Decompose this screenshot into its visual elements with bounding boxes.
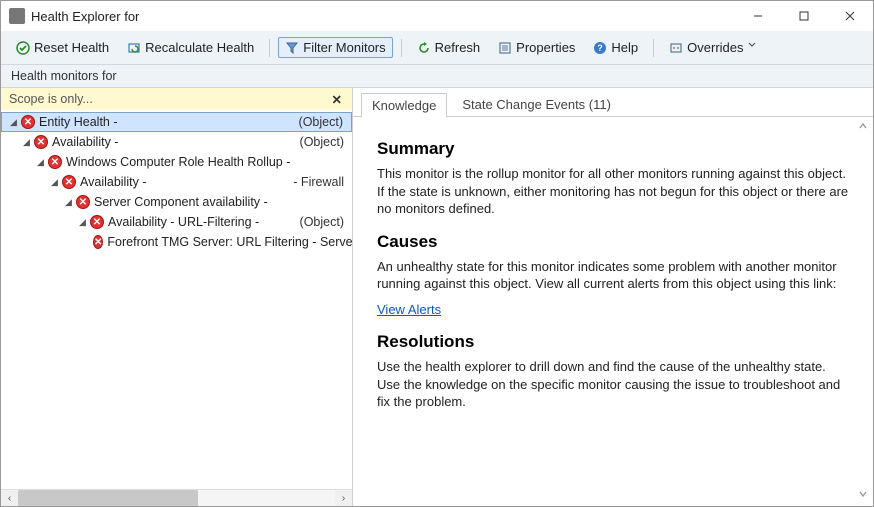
tree-expand-icon[interactable]: ◢ (77, 217, 88, 228)
tree-node-label: Availability - URL-Filtering - (108, 215, 259, 229)
tree-node[interactable]: ◢✕ Windows Computer Role Health Rollup - (1, 152, 352, 172)
tree-node-label: Windows Computer Role Health Rollup - (66, 155, 290, 169)
tree-node[interactable]: ◢✕ Availability - (Object) (1, 132, 352, 152)
tree-expand-icon[interactable]: ◢ (21, 137, 32, 148)
reset-health-button[interactable]: Reset Health (9, 37, 116, 58)
status-critical-icon: ✕ (93, 235, 103, 249)
window-title: Health Explorer for (31, 9, 735, 24)
tab-state-change[interactable]: State Change Events (11) (451, 92, 622, 117)
details-panel: Knowledge State Change Events (11) Summa… (353, 88, 873, 506)
tree-node-label: Server Component availability - (94, 195, 268, 209)
refresh-button[interactable]: Refresh (410, 37, 488, 58)
tree-node-label: Availability - (80, 175, 146, 189)
status-critical-icon: ✕ (76, 195, 90, 209)
close-icon[interactable]: ✕ (332, 92, 342, 107)
tree-node-label: Entity Health - (39, 115, 118, 129)
recalculate-health-button[interactable]: Recalculate Health (120, 37, 261, 58)
overrides-button[interactable]: Overrides (662, 37, 762, 58)
monitor-tree[interactable]: ◢✕Entity Health -(Object)◢✕Availability … (1, 110, 352, 489)
scroll-right-button[interactable]: › (335, 490, 352, 507)
view-alerts-link[interactable]: View Alerts (377, 302, 441, 317)
knowledge-content: Summary This monitor is the rollup monit… (353, 116, 873, 506)
status-critical-icon: ✕ (34, 135, 48, 149)
check-icon (16, 41, 30, 55)
refresh-label: Refresh (435, 40, 481, 55)
tree-node-class: (Object) (300, 215, 352, 229)
tree-node[interactable]: ✕ Forefront TMG Server: URL Filtering - S… (1, 232, 352, 252)
tree-node[interactable]: ◢✕ Server Component availability - (1, 192, 352, 212)
app-icon (9, 8, 25, 24)
status-critical-icon: ✕ (48, 155, 62, 169)
tree-expand-icon[interactable]: ◢ (49, 177, 60, 188)
recalc-icon (127, 41, 141, 55)
resolutions-text: Use the health explorer to drill down an… (377, 358, 849, 411)
title-bar: Health Explorer for (1, 1, 873, 31)
scroll-thumb[interactable] (18, 490, 198, 507)
svg-text:?: ? (598, 43, 604, 53)
separator (653, 39, 654, 57)
tree-expand-icon[interactable]: ◢ (8, 117, 19, 128)
tree-node[interactable]: ◢✕ Availability - URL-Filtering - (Object) (1, 212, 352, 232)
tree-expand-icon[interactable]: ◢ (35, 157, 46, 168)
summary-text: This monitor is the rollup monitor for a… (377, 165, 849, 218)
tree-node-class: (Object) (300, 135, 352, 149)
tree-node-class: - Firewall (293, 175, 352, 189)
tree-expand-icon[interactable]: ◢ (63, 197, 74, 208)
scope-text: Scope is only... (9, 92, 93, 106)
properties-icon (498, 41, 512, 55)
overrides-icon (669, 41, 683, 55)
properties-label: Properties (516, 40, 575, 55)
recalc-label: Recalculate Health (145, 40, 254, 55)
status-critical-icon: ✕ (90, 215, 104, 229)
tree-node-label: Availability - (52, 135, 118, 149)
help-button[interactable]: ? Help (586, 37, 645, 58)
tree-node[interactable]: ◢✕ Availability - - Firewall (1, 172, 352, 192)
scroll-down-button[interactable] (855, 486, 871, 502)
causes-text: An unhealthy state for this monitor indi… (377, 258, 849, 293)
status-critical-icon: ✕ (62, 175, 76, 189)
h-scrollbar[interactable]: ‹ › (1, 489, 352, 506)
tree-node-class: (Object) (299, 115, 351, 129)
context-text: Health monitors for (11, 69, 117, 83)
scroll-up-button[interactable] (855, 118, 871, 134)
filter-label: Filter Monitors (303, 40, 385, 55)
tree-node[interactable]: ◢✕ Entity Health - (Object) (1, 112, 352, 132)
properties-button[interactable]: Properties (491, 37, 582, 58)
tab-strip: Knowledge State Change Events (11) (353, 88, 873, 117)
help-icon: ? (593, 41, 607, 55)
minimize-button[interactable] (735, 1, 781, 31)
maximize-button[interactable] (781, 1, 827, 31)
refresh-icon (417, 41, 431, 55)
close-button[interactable] (827, 1, 873, 31)
causes-heading: Causes (377, 232, 849, 252)
resolutions-heading: Resolutions (377, 332, 849, 352)
scroll-left-button[interactable]: ‹ (1, 490, 18, 507)
context-bar: Health monitors for (1, 65, 873, 88)
separator (401, 39, 402, 57)
filter-monitors-button[interactable]: Filter Monitors (278, 37, 392, 58)
tab-knowledge-label: Knowledge (372, 98, 436, 113)
health-explorer-window: Health Explorer for Reset Health Recalcu… (0, 0, 874, 507)
scope-bar[interactable]: Scope is only... ✕ (1, 88, 352, 110)
v-scrollbar[interactable] (855, 118, 871, 502)
tree-panel: Scope is only... ✕ ◢✕Entity Health -(Obj… (1, 88, 353, 506)
reset-health-label: Reset Health (34, 40, 109, 55)
overrides-label: Overrides (687, 40, 743, 55)
summary-heading: Summary (377, 139, 849, 159)
toolbar: Reset Health Recalculate Health Filter M… (1, 31, 873, 65)
status-critical-icon: ✕ (21, 115, 35, 129)
help-label: Help (611, 40, 638, 55)
tab-knowledge[interactable]: Knowledge (361, 93, 447, 118)
tab-state-change-label: State Change Events (11) (462, 97, 611, 112)
tree-node-label: Forefront TMG Server: URL Filtering - Se… (107, 235, 352, 249)
chevron-down-icon (748, 41, 756, 55)
separator (269, 39, 270, 57)
funnel-icon (285, 41, 299, 55)
scroll-track[interactable] (18, 490, 335, 507)
